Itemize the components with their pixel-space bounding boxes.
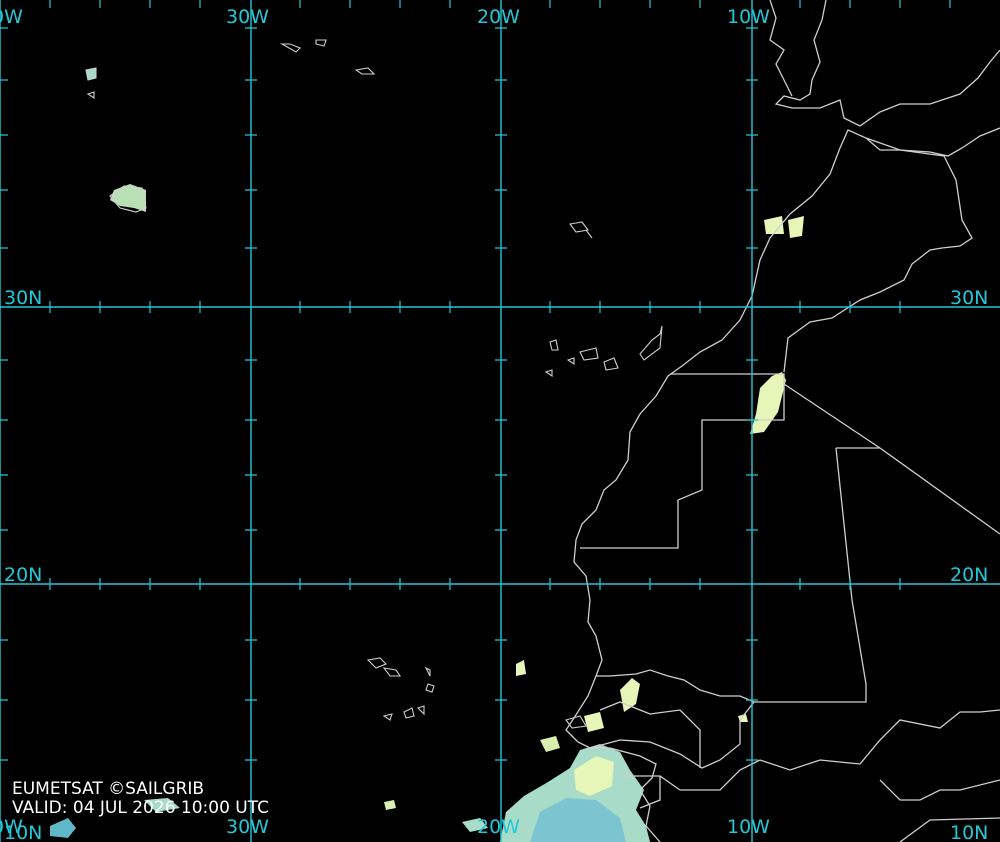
mali-border (759, 709, 1000, 771)
grid-ticks (0, 0, 951, 761)
longitude-label-bottom: 30W (226, 816, 269, 838)
latitude-label-left: 20N (4, 564, 43, 586)
latitude-label-right: 10N (950, 822, 989, 842)
satellite-map[interactable]: 0W 30W 20W 10W 30N 20N 10N 30N 20N 10N 0… (0, 0, 1000, 842)
latitude-label-right: 20N (950, 564, 989, 586)
meridian-ticks (0, 27, 758, 761)
cloud-patch (384, 800, 396, 810)
longitude-label-top: 30W (226, 6, 269, 28)
mauritania-mali-border (596, 447, 880, 703)
latitude-label-left: 30N (4, 287, 43, 309)
longitude-label-top: 0W (0, 6, 23, 28)
latitude-label-right: 30N (950, 287, 989, 309)
morocco-algeria-border (783, 137, 973, 373)
cloud-patch (50, 818, 76, 838)
cloud-patch (750, 372, 786, 434)
longitude-label-bottom: 0W (0, 816, 23, 838)
island-outlines (85, 39, 663, 729)
parallel-ticks (49, 0, 951, 590)
valid-time: VALID: 04 JUL 2026 10:00 UTC (12, 798, 270, 818)
graticule (0, 0, 1000, 842)
source-credit: EUMETSAT ©SAILGRIB (12, 779, 205, 799)
cloud-patch (584, 712, 604, 732)
longitude-label-bottom: 10W (727, 816, 770, 838)
longitude-label-top: 10W (727, 6, 770, 28)
cloud-patch (516, 660, 526, 676)
inland-border (879, 779, 1000, 801)
guinea-border (620, 759, 761, 809)
cloud-patch (788, 216, 804, 238)
mauritania-border (783, 383, 1000, 535)
longitude-label-top: 20W (477, 6, 520, 28)
longitude-label-bottom: 20W (477, 816, 520, 838)
cloud-patch (540, 736, 560, 752)
map-canvas (0, 0, 1000, 842)
coastlines (85, 0, 1000, 842)
iberia-coastline (774, 0, 1000, 127)
cloud-patch (620, 678, 640, 712)
iberia-north-coast (769, 0, 793, 97)
cloud-layer (50, 68, 804, 842)
africa-coastline (565, 127, 1000, 842)
western-sahara-border (580, 373, 785, 549)
